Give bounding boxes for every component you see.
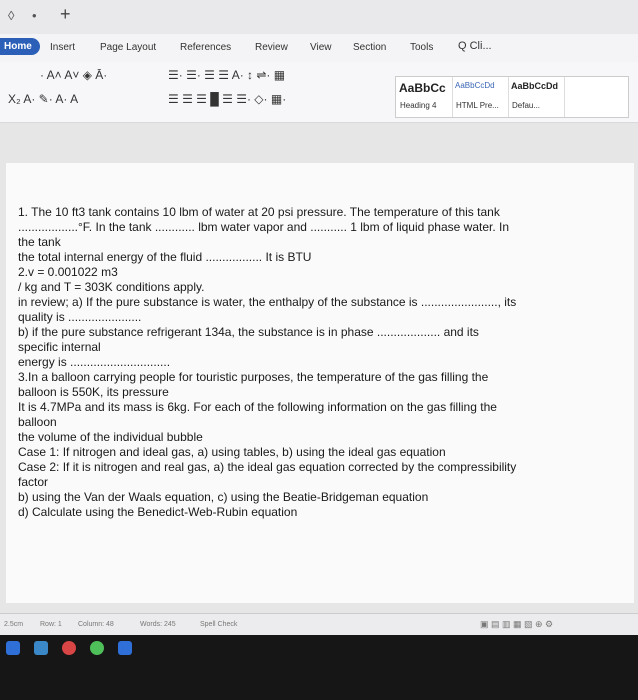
- doc-line: the volume of the individual bubble: [18, 430, 203, 444]
- tab-review[interactable]: Review: [255, 42, 288, 53]
- doc-line: balloon is 550K, its pressure: [18, 385, 169, 399]
- tab-tools[interactable]: Tools: [410, 42, 433, 53]
- doc-line: quality is ......................: [18, 310, 142, 324]
- paragraph-align-controls[interactable]: ☰ ☰ ☰ █ ☰ ☰· ◇· ▦·: [168, 92, 286, 106]
- tab-view[interactable]: View: [310, 42, 332, 53]
- taskbar-app-icon[interactable]: [90, 641, 104, 655]
- spell-check-button[interactable]: Spell Check: [200, 621, 237, 628]
- doc-line: / kg and T = 303K conditions apply.: [18, 280, 205, 294]
- status-words[interactable]: Words: 245: [140, 621, 176, 628]
- taskbar-app-icon[interactable]: [62, 641, 76, 655]
- document-body[interactable]: 1. The 10 ft3 tank contains 10 lbm of wa…: [18, 205, 618, 520]
- app-icon: ◊: [8, 8, 15, 23]
- doc-line: in review; a) If the pure substance is w…: [18, 295, 517, 309]
- doc-line: Case 2: If it is nitrogen and real gas, …: [18, 460, 517, 474]
- new-tab-icon[interactable]: +: [60, 4, 71, 25]
- taskbar-app-icon[interactable]: [118, 641, 132, 655]
- status-row: Row: 1: [40, 621, 62, 628]
- styles-gallery: AaBbCc Heading 4 AaBbCcDd HTML Pre... Aa…: [395, 76, 629, 118]
- tab-insert[interactable]: Insert: [50, 42, 75, 53]
- doc-line: the total internal energy of the fluid .…: [18, 250, 312, 264]
- doc-line: balloon: [18, 415, 57, 429]
- doc-line: 1. The 10 ft3 tank contains 10 lbm of wa…: [18, 205, 500, 219]
- list-controls[interactable]: ☰· ☰· ☰ ☰ A· ↕ ⇌· ▦: [168, 68, 285, 82]
- tab-section[interactable]: Section: [353, 42, 386, 53]
- doc-line: b) using the Van der Waals equation, c) …: [18, 490, 429, 504]
- taskbar-app-icon[interactable]: [6, 641, 20, 655]
- taskbar: [0, 635, 638, 700]
- search-box[interactable]: Q Cli...: [458, 40, 492, 52]
- doc-line: ..................°F. In the tank ......…: [18, 220, 510, 234]
- style-heading-4[interactable]: AaBbCc Heading 4: [396, 77, 453, 117]
- status-column: Column: 48: [78, 621, 114, 628]
- dot-icon: •: [32, 8, 37, 23]
- status-position: 2.5cm: [4, 621, 24, 628]
- tab-page-layout[interactable]: Page Layout: [100, 42, 156, 53]
- doc-line: Case 1: If nitrogen and ideal gas, a) us…: [18, 445, 446, 459]
- menu-bar: Home Insert Page Layout References Revie…: [0, 34, 638, 63]
- app-window: ◊ • + Home Insert Page Layout References…: [0, 0, 638, 700]
- font-format-controls[interactable]: X₂ A· ✎· A· A: [8, 92, 78, 106]
- style-default[interactable]: AaBbCcDd Defau...: [508, 77, 565, 117]
- status-bar: 2.5cm Row: 1 Column: 48 Words: 245 Spell…: [0, 613, 638, 636]
- tab-references[interactable]: References: [180, 42, 231, 53]
- doc-line: the tank: [18, 235, 61, 249]
- doc-line: energy is ..............................: [18, 355, 171, 369]
- doc-line: 3.In a balloon carrying people for touri…: [18, 370, 489, 384]
- doc-line: It is 4.7MPa and its mass is 6kg. For ea…: [18, 400, 497, 414]
- ribbon: · A˄ A˅ ◈ Ā· X₂ A· ✎· A· A ☰· ☰· ☰ ☰ A· …: [0, 62, 638, 123]
- tab-home[interactable]: Home: [0, 38, 40, 55]
- doc-line: factor: [18, 475, 49, 489]
- doc-line: d) Calculate using the Benedict-Web-Rubi…: [18, 505, 298, 519]
- doc-line: specific internal: [18, 340, 101, 354]
- font-size-controls[interactable]: · A˄ A˅ ◈ Ā·: [40, 68, 107, 82]
- doc-line: 2.v = 0.001022 m3: [18, 265, 118, 279]
- taskbar-app-icon[interactable]: [34, 641, 48, 655]
- view-mode-icons[interactable]: ▣ ▤ ▥ ▦ ▧ ⊕ ⚙: [480, 619, 553, 630]
- title-bar: ◊ • +: [0, 0, 638, 34]
- doc-line: b) if the pure substance refrigerant 134…: [18, 325, 479, 339]
- style-html-pre[interactable]: AaBbCcDd HTML Pre...: [452, 77, 509, 117]
